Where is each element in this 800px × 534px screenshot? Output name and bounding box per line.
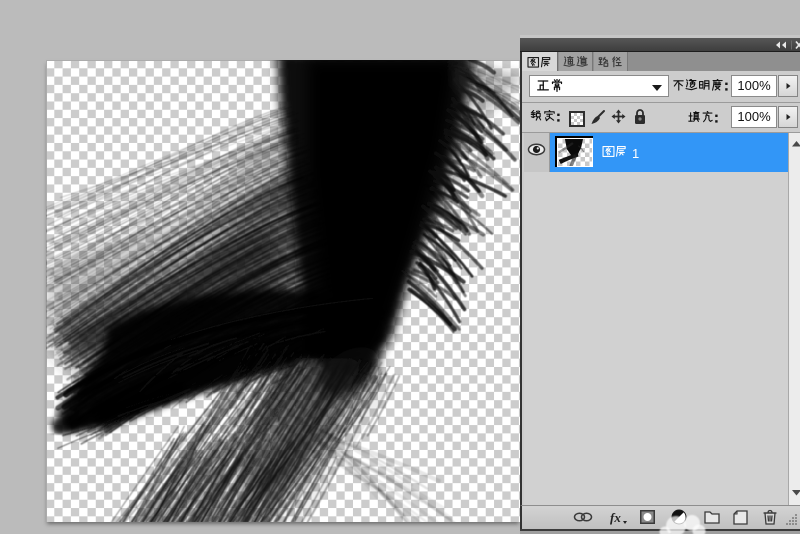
svg-text:fx: fx [610,510,621,525]
